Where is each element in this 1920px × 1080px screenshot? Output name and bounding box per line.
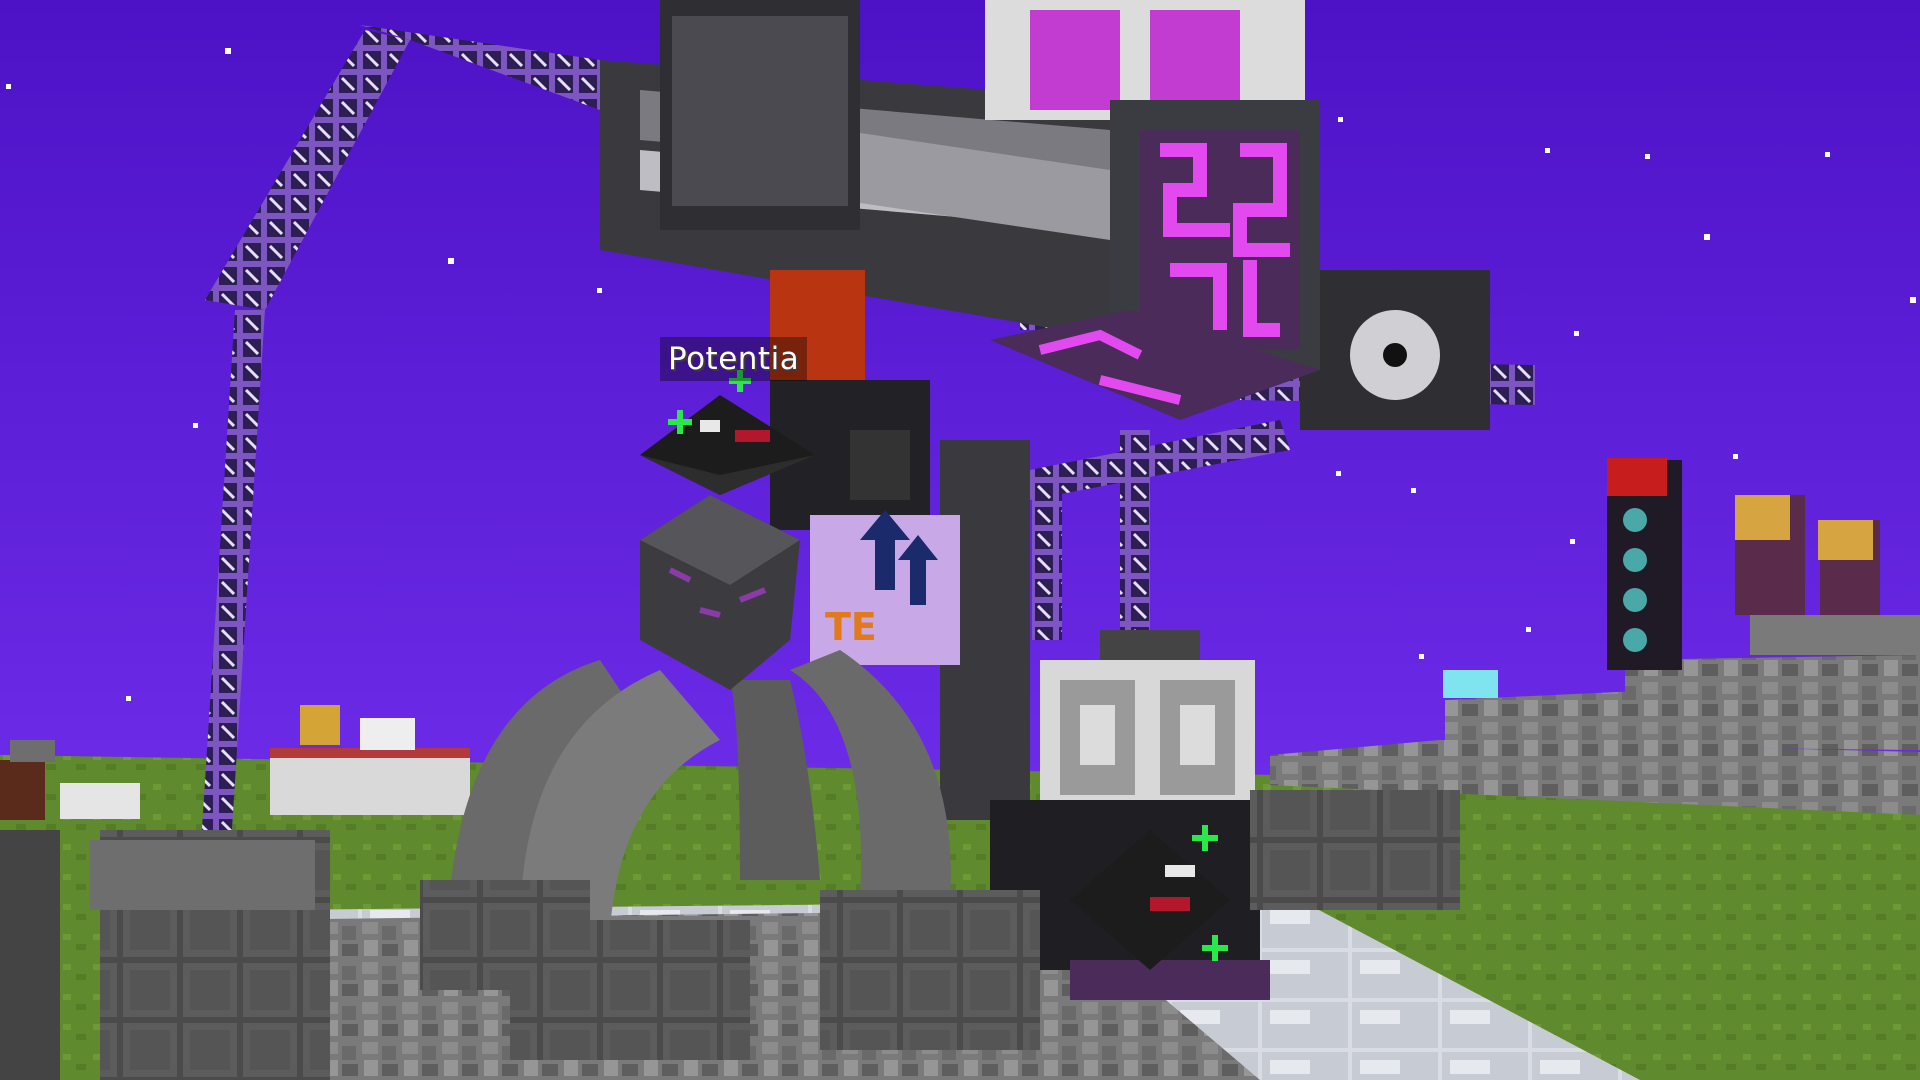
stone-pillar [0,830,330,1080]
game-viewport[interactable]: TE [0,0,1920,1080]
svg-text:TE: TE [825,605,877,649]
speaker-tower [1607,458,1682,670]
entity-nametag: Potentia [660,337,808,381]
